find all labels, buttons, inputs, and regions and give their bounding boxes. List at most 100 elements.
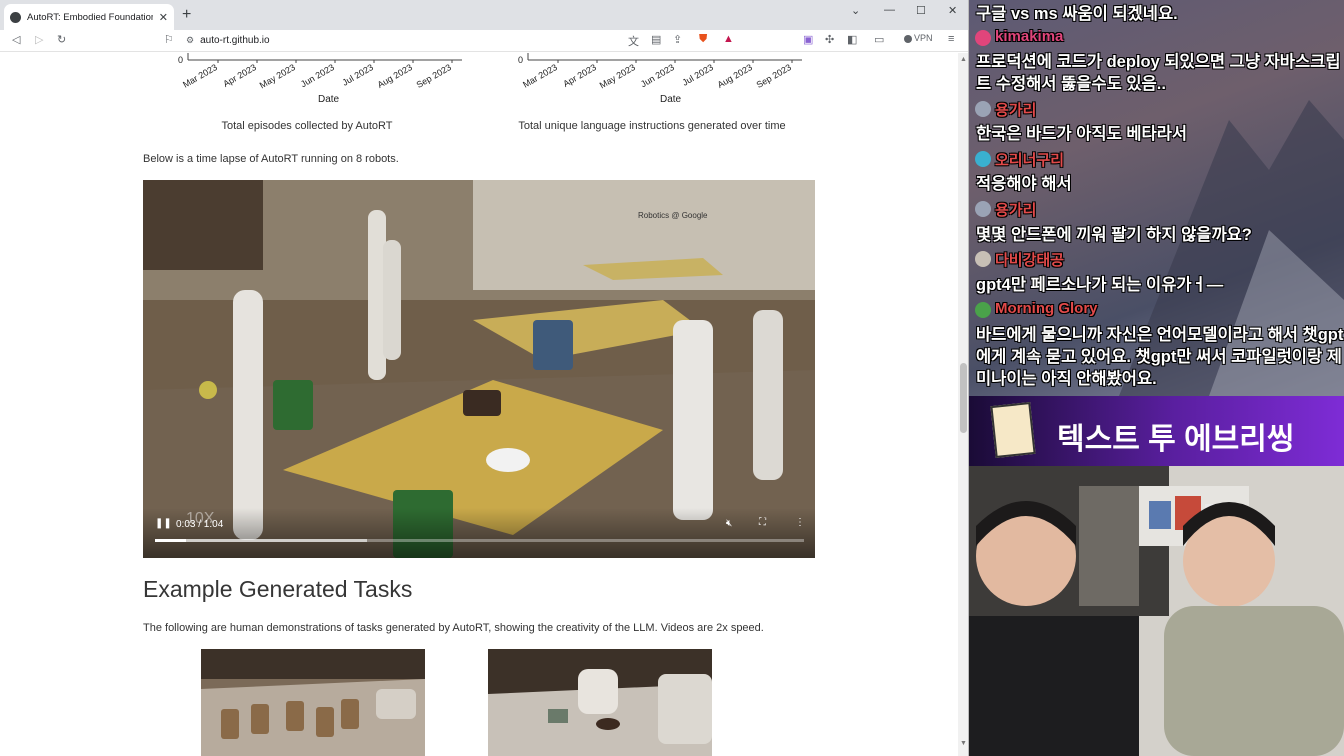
task-video-2[interactable]: [488, 649, 712, 756]
reader-icon[interactable]: ▤: [651, 33, 661, 46]
instructions-chart-x-tick-label: Mar 2023: [521, 62, 559, 90]
episodes-chart-x-tick-label: May 2023: [258, 62, 297, 90]
chat-username-2: 용가리: [995, 102, 1037, 119]
scene-sign-text: Robotics @ Google: [638, 211, 708, 220]
browser-tab[interactable]: AutoRT: Embodied Foundation M ✕: [4, 4, 174, 30]
episodes-chart-x-tick-label: Apr 2023: [221, 62, 258, 89]
episodes-chart-x-tick-label: Jul 2023: [341, 62, 375, 88]
instructions-chart-x-tick-label: Apr 2023: [561, 62, 598, 89]
tab-search-icon[interactable]: ⌄: [851, 4, 860, 17]
chat-message-6c: 미나이는 아직 안해봤어요.: [976, 370, 1157, 388]
chat-username-1: kimakima: [995, 28, 1064, 45]
bookmark-icon[interactable]: ⚐: [164, 33, 174, 46]
wallet-icon[interactable]: ▭: [874, 33, 884, 46]
mute-icon[interactable]: 🔇︎: [726, 518, 732, 529]
instructions-chart-xlabel: Date: [660, 94, 682, 105]
tab-strip: AutoRT: Embodied Foundation M ✕ + ⌄ — ☐ …: [0, 0, 968, 30]
back-icon[interactable]: ◁: [12, 33, 20, 46]
episodes-chart: 0 Mar 2023 Apr 2023 May 2023 Jun 2023 Jul 202…: [150, 53, 480, 105]
banner-title: 텍스트 투 에브리씽: [1057, 423, 1295, 456]
chat-message-6b: 에게 계속 묻고 있어요. 챗gpt만 써서 코파일럿이랑 제: [976, 348, 1342, 366]
instructions-chart: 0 Mar 2023 Apr 2023 May 2023 Jun 2023 Jul 202…: [490, 53, 820, 105]
scroll-up-icon[interactable]: ▲: [960, 56, 967, 63]
section-title: Example Generated Tasks: [143, 576, 413, 602]
chat-message-0: 구글 vs ms 싸움이 되겠네요.: [976, 5, 1178, 23]
reload-icon[interactable]: ↻: [57, 33, 66, 46]
webcam-frame: [969, 466, 1344, 756]
share-icon[interactable]: ⇪: [673, 33, 682, 46]
scroll-down-icon[interactable]: ▼: [960, 740, 967, 747]
tab-close-icon[interactable]: ✕: [159, 11, 168, 24]
chat-message-3: 적응해야 해서: [976, 175, 1072, 193]
instructions-chart-x-tick-label: Sep 2023: [755, 62, 793, 90]
chat-username-4: 용가리: [995, 202, 1037, 219]
page-scrollbar[interactable]: ▲ ▼: [958, 53, 968, 756]
task-video-2-frame: [488, 649, 712, 756]
episodes-chart-x-tick-label: Mar 2023: [181, 62, 219, 90]
chat-message-2: 한국은 바드가 아직도 베타라서: [976, 125, 1188, 143]
brave-rewards-icon[interactable]: ▲: [723, 33, 734, 45]
site-info-icon[interactable]: ⚙: [186, 35, 194, 46]
forward-icon[interactable]: ▷: [35, 33, 43, 46]
browser-window: AutoRT: Embodied Foundation M ✕ + ⌄ — ☐ …: [0, 0, 969, 756]
close-window-icon[interactable]: ✕: [948, 4, 957, 17]
instructions-chart-y-tick: 0: [518, 55, 523, 65]
video-buffered: [155, 539, 367, 542]
chat-message-1a: 프로덕션에 코드가 deploy 되있으면 그냥 자바스크립: [976, 53, 1341, 71]
episodes-chart-x-tick-label: Jun 2023: [299, 62, 336, 89]
chat-message-4: 몇몇 안드폰에 끼워 팔기 하지 않을까요?: [976, 226, 1252, 244]
section-text: The following are human demonstrations o…: [143, 622, 764, 634]
video-played: [155, 539, 186, 542]
vpn-icon: [904, 34, 912, 43]
address-text: auto-rt.github.io: [200, 35, 270, 46]
tab-title: AutoRT: Embodied Foundation M: [27, 11, 153, 23]
stream-chat: 구글 vs ms 싸움이 되겠네요. kimakima 프로덕션에 코드가 de…: [969, 0, 1344, 396]
puzzle-icon[interactable]: ✣: [825, 33, 834, 46]
episodes-chart-x-tick-label: Aug 2023: [376, 62, 414, 90]
github-favicon-icon: [10, 11, 21, 23]
task-video-1[interactable]: [201, 649, 425, 756]
video-controls: [143, 508, 815, 558]
translate-icon[interactable]: 文: [628, 33, 639, 49]
episodes-chart-y-tick: 0: [178, 55, 183, 65]
address-bar[interactable]: ⚙ auto-rt.github.io: [186, 32, 746, 49]
brave-shield-icon[interactable]: ⛊: [699, 33, 707, 46]
vpn-label: VPN: [914, 33, 933, 43]
instructions-chart-caption: Total unique language instructions gener…: [518, 120, 786, 132]
chat-message-5: gpt4만 페르소나가 되는 이유가ㅓ—: [976, 276, 1224, 294]
web-page: 0 Mar 2023 Apr 2023 May 2023 Jun 2023 Jul 202…: [0, 53, 958, 756]
chat-avatar-1: [975, 30, 991, 46]
webcam-feed: [969, 466, 1344, 756]
sidebar-icon[interactable]: ◧: [847, 33, 857, 46]
chat-avatar-2: [975, 101, 991, 117]
chat-username-6: Morning Glory: [995, 300, 1098, 317]
vpn-button[interactable]: VPN: [904, 33, 933, 43]
scrollbar-thumb[interactable]: [960, 363, 967, 433]
pause-icon[interactable]: ❚❚: [155, 518, 172, 529]
chat-avatar-5: [975, 251, 991, 267]
book-cover-icon: [990, 402, 1036, 458]
episodes-chart-xlabel: Date: [318, 94, 340, 105]
video-frame: [143, 180, 815, 558]
timelapse-text: Below is a time lapse of AutoRT running …: [143, 153, 399, 165]
stream-banner: 텍스트 투 에브리씽: [969, 396, 1344, 466]
new-tab-icon[interactable]: +: [182, 6, 191, 24]
timelapse-video[interactable]: Robotics @ Google 10X ❚❚ 0:03 / 1:04 🔇︎ …: [143, 180, 815, 558]
chat-avatar-6: [975, 302, 991, 318]
chat-username-5: 다비강태공: [995, 252, 1065, 269]
menu-icon[interactable]: ≡: [948, 33, 954, 45]
instructions-chart-axes: 0Mar 2023 Apr 2023 May 2023 Jun 2023 Jul 202…: [518, 53, 802, 90]
chat-avatar-3: [975, 151, 991, 167]
episodes-chart-axes: 0Mar 2023 Apr 2023 May 2023 Jun 2023 Jul 202…: [178, 53, 462, 90]
more-options-icon[interactable]: ⋮: [795, 517, 805, 528]
screen: AutoRT: Embodied Foundation M ✕ + ⌄ — ☐ …: [0, 0, 1344, 756]
fullscreen-icon[interactable]: ⛶: [759, 517, 766, 528]
minimize-icon[interactable]: —: [884, 4, 895, 16]
extension-icon[interactable]: ▣: [803, 33, 813, 46]
chat-avatar-4: [975, 201, 991, 217]
instructions-chart-x-tick-label: Aug 2023: [716, 62, 754, 90]
task-video-1-frame: [201, 649, 425, 756]
instructions-chart-x-tick-label: Jul 2023: [681, 62, 715, 88]
maximize-icon[interactable]: ☐: [916, 4, 926, 17]
video-progress-bar[interactable]: [155, 539, 804, 542]
